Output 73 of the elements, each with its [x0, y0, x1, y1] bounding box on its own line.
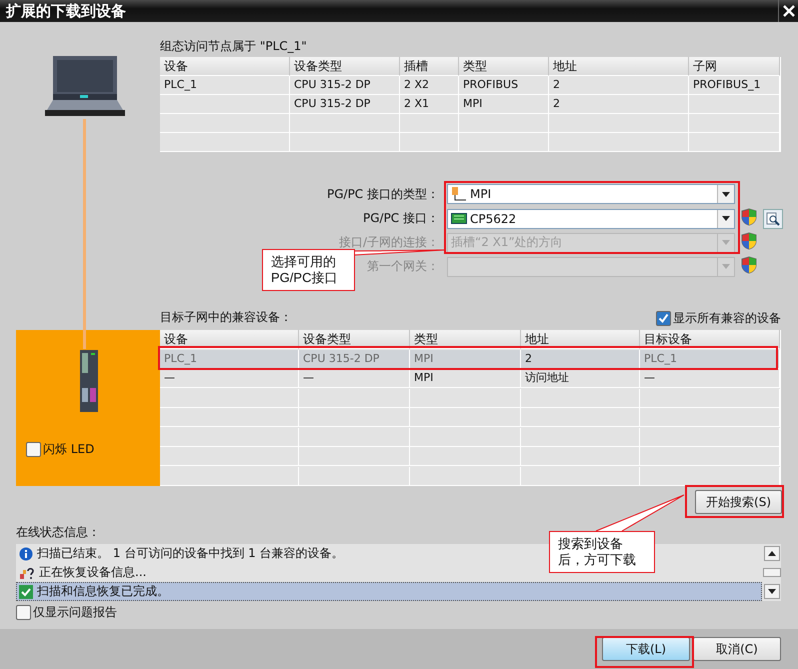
check-icon: [19, 584, 33, 598]
dropdown[interactable]: CP5622: [447, 208, 735, 228]
column-header[interactable]: 设备: [160, 57, 290, 76]
table-caption: 目标子网中的兼容设备：: [160, 309, 292, 326]
table-cell[interactable]: PLC_1: [640, 350, 780, 368]
column-header[interactable]: 地址: [549, 57, 689, 76]
scroll-up-button[interactable]: [764, 546, 780, 561]
table-cell[interactable]: —: [640, 369, 780, 388]
caret-icon: [722, 192, 730, 196]
table-cell: 2 X2: [400, 76, 459, 95]
caret-icon: [722, 216, 730, 221]
table-cell: [400, 133, 459, 152]
field-label: PG/PC 接口的类型：: [326, 186, 440, 202]
network-card-icon: [451, 212, 467, 224]
table-cell: 2: [549, 95, 689, 114]
plc-module-icon: [80, 350, 98, 412]
table-cell: 2: [549, 76, 689, 95]
scrollbar[interactable]: [762, 544, 781, 601]
cancel-button[interactable]: 取消(C): [693, 637, 781, 661]
scroll-down-button[interactable]: [764, 584, 780, 599]
window-title: 扩展的下载到设备: [6, 2, 126, 20]
field-label: 接口/子网的连接：: [338, 234, 440, 251]
flash-led-checkbox[interactable]: 闪烁 LED: [26, 441, 94, 458]
scroll-thumb[interactable]: [762, 568, 780, 577]
table-cell[interactable]: 2: [521, 350, 640, 368]
field-label: 第一个网关：: [367, 258, 440, 275]
down-arrow-icon: [768, 589, 776, 594]
start-search-button[interactable]: 开始搜索(S): [695, 490, 782, 514]
table-cell[interactable]: PLC_1: [160, 350, 299, 368]
close-button[interactable]: [778, 0, 798, 22]
table-cell[interactable]: MPI: [410, 369, 521, 388]
table-cell: PROFIBUS: [459, 76, 549, 95]
column-header[interactable]: 插槽: [400, 57, 459, 76]
table-cell: MPI: [459, 95, 549, 114]
table-cell: CPU 315-2 DP: [290, 95, 400, 114]
caret-icon: [722, 264, 730, 269]
table-cell: CPU 315-2 DP: [290, 76, 400, 95]
table-cell: PLC_1: [160, 76, 290, 95]
table-cell[interactable]: CPU 315-2 DP: [299, 350, 410, 368]
network-icon: [451, 187, 467, 201]
table-cell[interactable]: 访问地址: [521, 369, 640, 388]
problems-only-checkbox[interactable]: 仅显示问题报告: [16, 604, 117, 621]
column-header[interactable]: 目标设备: [640, 330, 780, 349]
shield-icon: [741, 232, 757, 250]
table-cell: 2 X1: [400, 95, 459, 114]
dropdown[interactable]: MPI: [447, 184, 735, 204]
laptop-icon: [45, 54, 125, 118]
table-cell[interactable]: —: [299, 369, 410, 388]
caret-icon: [722, 240, 730, 245]
search-button[interactable]: [763, 208, 783, 228]
up-arrow-icon: [768, 551, 776, 556]
shield-icon: [741, 208, 757, 226]
column-header[interactable]: 类型: [459, 57, 549, 76]
callout-text: PG/PC接口: [271, 270, 338, 286]
table-cell[interactable]: —: [160, 369, 299, 388]
callout-text: 选择可用的: [271, 254, 337, 270]
shield-icon: [741, 256, 757, 274]
table-cell: PROFIBUS_1: [689, 76, 780, 95]
column-header[interactable]: 设备类型: [290, 57, 400, 76]
check-icon: [658, 313, 669, 324]
device-query-icon: [19, 566, 35, 580]
download-button[interactable]: 下载(L): [602, 637, 690, 661]
status-message[interactable]: 扫描和信息恢复已完成。: [16, 582, 762, 601]
close-icon: [782, 5, 794, 17]
search-icon: [766, 212, 780, 226]
column-header[interactable]: 子网: [689, 57, 780, 76]
show-all-checkbox[interactable]: 显示所有兼容的设备: [656, 310, 781, 327]
section-caption: 在线状态信息：: [16, 524, 101, 541]
info-icon: [19, 546, 33, 560]
field-label: PG/PC 接口：: [362, 210, 440, 227]
table-caption: 组态访问节点属于 "PLC_1": [160, 38, 308, 55]
table-cell: [400, 114, 459, 133]
table-cell[interactable]: MPI: [410, 350, 521, 368]
